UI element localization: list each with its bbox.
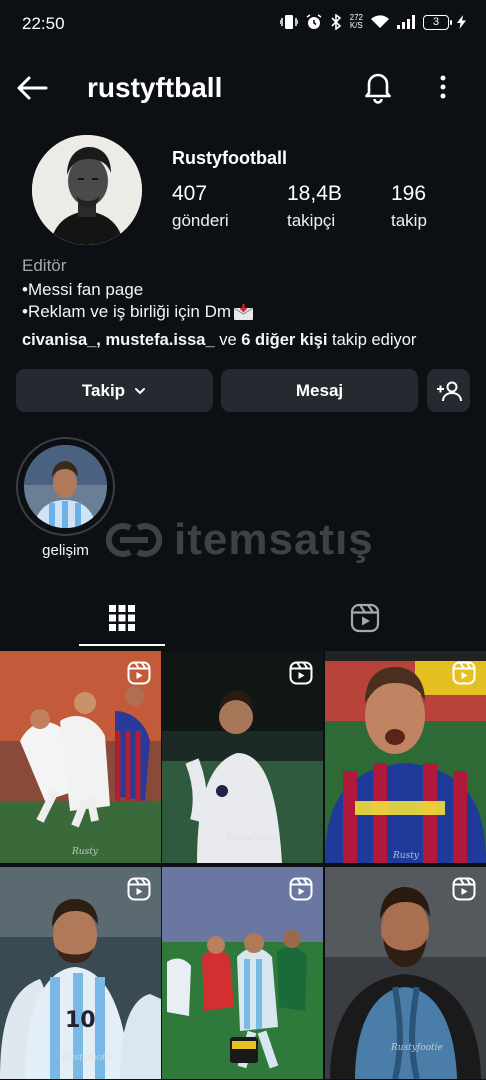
post-thumbnail[interactable]: Rustyfootie: [162, 651, 323, 863]
charging-icon: [457, 15, 466, 29]
follow-button[interactable]: Takip: [16, 369, 213, 412]
profile-category: Editör: [22, 256, 67, 275]
profile-header: rustyftball: [0, 60, 486, 116]
message-button[interactable]: Mesaj: [221, 369, 418, 412]
reels-icon: [127, 661, 151, 685]
reels-icon: [289, 877, 313, 901]
active-tab-indicator: [79, 644, 165, 646]
post-thumbnail[interactable]: Rusty: [0, 651, 161, 863]
grid-icon: [108, 605, 135, 631]
reels-icon: [452, 661, 476, 685]
alarm-icon: [306, 14, 322, 29]
stat-posts[interactable]: 407 gönderi: [172, 182, 229, 231]
more-vertical-icon[interactable]: [428, 68, 458, 104]
bio-text: •Reklam ve iş birliği için Dm: [22, 302, 232, 321]
add-user-icon: [436, 381, 462, 401]
watermark-text: itemsatış: [174, 515, 374, 564]
arrow-left-icon[interactable]: [14, 70, 50, 106]
stat-following[interactable]: 196 takip: [391, 182, 427, 231]
followed-by-others: 6 diğer kişi: [241, 331, 328, 349]
post-watermark: Rustyfootie: [62, 1053, 114, 1063]
post-thumbnail[interactable]: [162, 867, 323, 1079]
status-icons: 272 K/S 3: [279, 13, 466, 30]
reels-icon: [350, 603, 379, 633]
stat-label: gönderi: [172, 211, 229, 230]
bio-line: •Messi fan page: [22, 280, 144, 299]
bluetooth-icon: [331, 14, 341, 30]
follow-button-label: Takip: [81, 380, 126, 400]
vibrate-icon: [279, 15, 298, 29]
post-watermark: Rusty: [72, 847, 98, 857]
stat-followers[interactable]: 18,4B takipçi: [287, 182, 342, 231]
svg-text:10: 10: [65, 1008, 96, 1033]
stat-label: takipçi: [287, 211, 336, 230]
incoming-envelope-icon: [233, 304, 254, 320]
post-thumbnail[interactable]: 10 Rustyfootie: [0, 867, 161, 1079]
followed-by-names: civanisa_, mustefa.issa_: [22, 331, 215, 349]
highlight-thumbnail[interactable]: [24, 445, 107, 528]
wifi-icon: [371, 15, 389, 28]
stat-label: takip: [391, 211, 427, 230]
status-bar: 22:50 272 K/S 3: [0, 0, 486, 50]
stat-value: 407: [172, 182, 208, 205]
stat-value: 196: [391, 182, 427, 205]
watermark: itemsatış: [100, 515, 374, 565]
chevron-down-icon: [135, 387, 146, 394]
tab-reels[interactable]: [243, 590, 486, 646]
bio-line: •Reklam ve iş birliği için Dm: [22, 302, 254, 322]
display-name: Rustyfootball: [172, 148, 287, 168]
post-thumbnail[interactable]: Rustyfootie: [325, 867, 486, 1079]
post-watermark: Rustyfootie: [391, 1043, 443, 1053]
stat-value: 18,4B: [287, 182, 342, 205]
clock: 22:50: [22, 14, 65, 33]
avatar[interactable]: [32, 135, 142, 245]
bell-icon[interactable]: [360, 68, 396, 104]
signal-icon: [397, 15, 415, 29]
post-watermark: Rustyfootie: [226, 833, 278, 843]
post-thumbnail[interactable]: Rusty: [325, 651, 486, 863]
avatar-image: [32, 135, 142, 245]
battery-indicator: 3: [423, 14, 452, 30]
page-title: rustyftball: [87, 72, 223, 103]
reels-icon: [289, 661, 313, 685]
reels-icon: [127, 877, 151, 901]
message-button-label: Mesaj: [295, 380, 344, 400]
followed-by-text[interactable]: civanisa_, mustefa.issa_ ve 6 diğer kişi…: [22, 331, 416, 350]
watermark-logo-icon: [105, 523, 163, 557]
add-user-button[interactable]: [427, 369, 470, 412]
tab-posts-grid[interactable]: [0, 590, 243, 646]
post-watermark: Rusty: [393, 851, 419, 861]
reels-icon: [452, 877, 476, 901]
network-speed: 272 K/S: [349, 13, 363, 30]
highlight-image: [24, 445, 107, 528]
